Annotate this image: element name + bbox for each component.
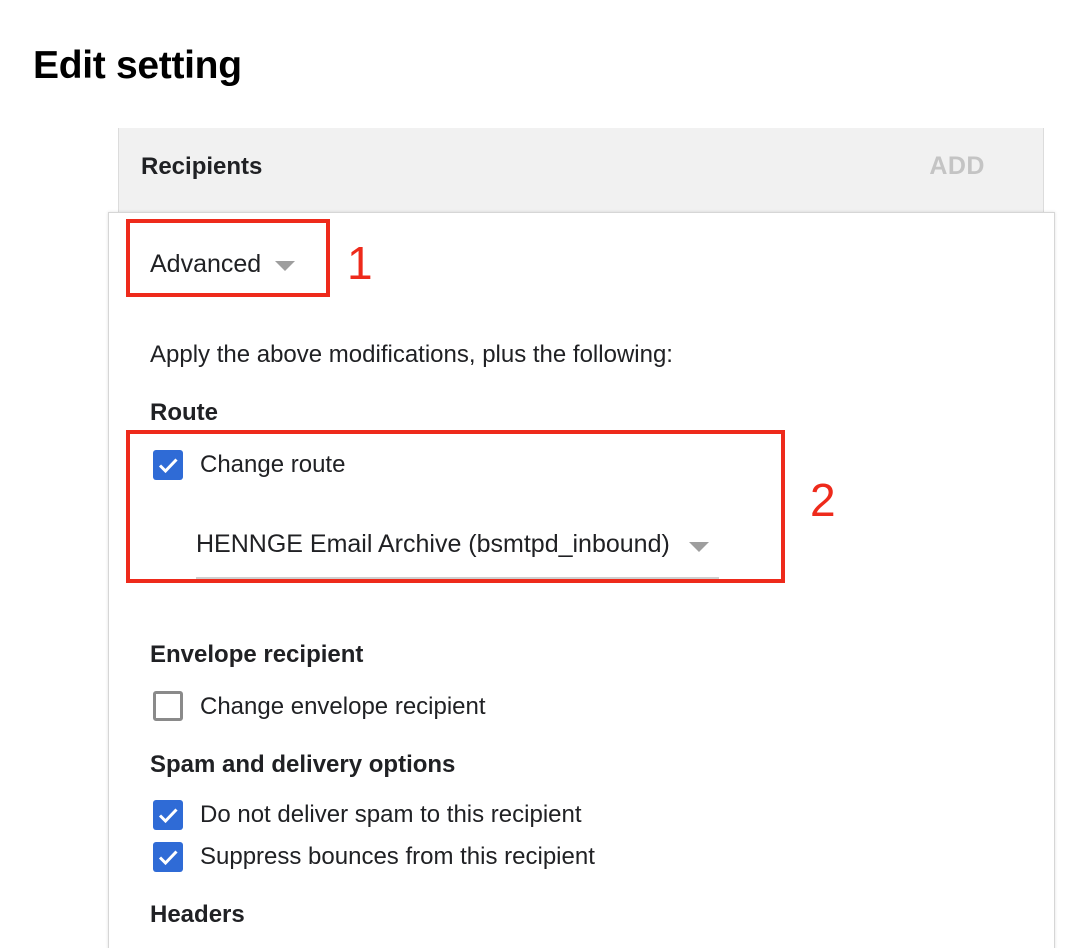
add-button[interactable]: ADD — [929, 152, 985, 181]
callout-number-2: 2 — [810, 474, 836, 526]
intro-text: Apply the above modifications, plus the … — [150, 341, 673, 368]
route-heading: Route — [150, 399, 218, 426]
no-spam-delivery-checkbox[interactable] — [153, 800, 183, 830]
checkmark-icon — [158, 850, 178, 866]
checkmark-icon — [158, 808, 178, 824]
callout-number-1: 1 — [347, 237, 373, 289]
recipients-label: Recipients — [141, 153, 263, 180]
callout-box-2 — [126, 430, 785, 583]
page-title: Edit setting — [33, 44, 242, 87]
suppress-bounces-checkbox[interactable] — [153, 842, 183, 872]
callout-box-1 — [126, 219, 330, 297]
change-envelope-recipient-label: Change envelope recipient — [200, 693, 486, 720]
recipients-section-header: Recipients ADD — [118, 128, 1044, 212]
spam-delivery-heading: Spam and delivery options — [150, 751, 456, 778]
headers-heading: Headers — [150, 901, 245, 928]
no-spam-delivery-label: Do not deliver spam to this recipient — [200, 801, 582, 828]
envelope-recipient-heading: Envelope recipient — [150, 641, 364, 668]
change-envelope-recipient-checkbox[interactable] — [153, 691, 183, 721]
suppress-bounces-label: Suppress bounces from this recipient — [200, 843, 595, 870]
edit-setting-page: Edit setting Recipients ADD Advanced 1 A… — [0, 0, 1088, 948]
